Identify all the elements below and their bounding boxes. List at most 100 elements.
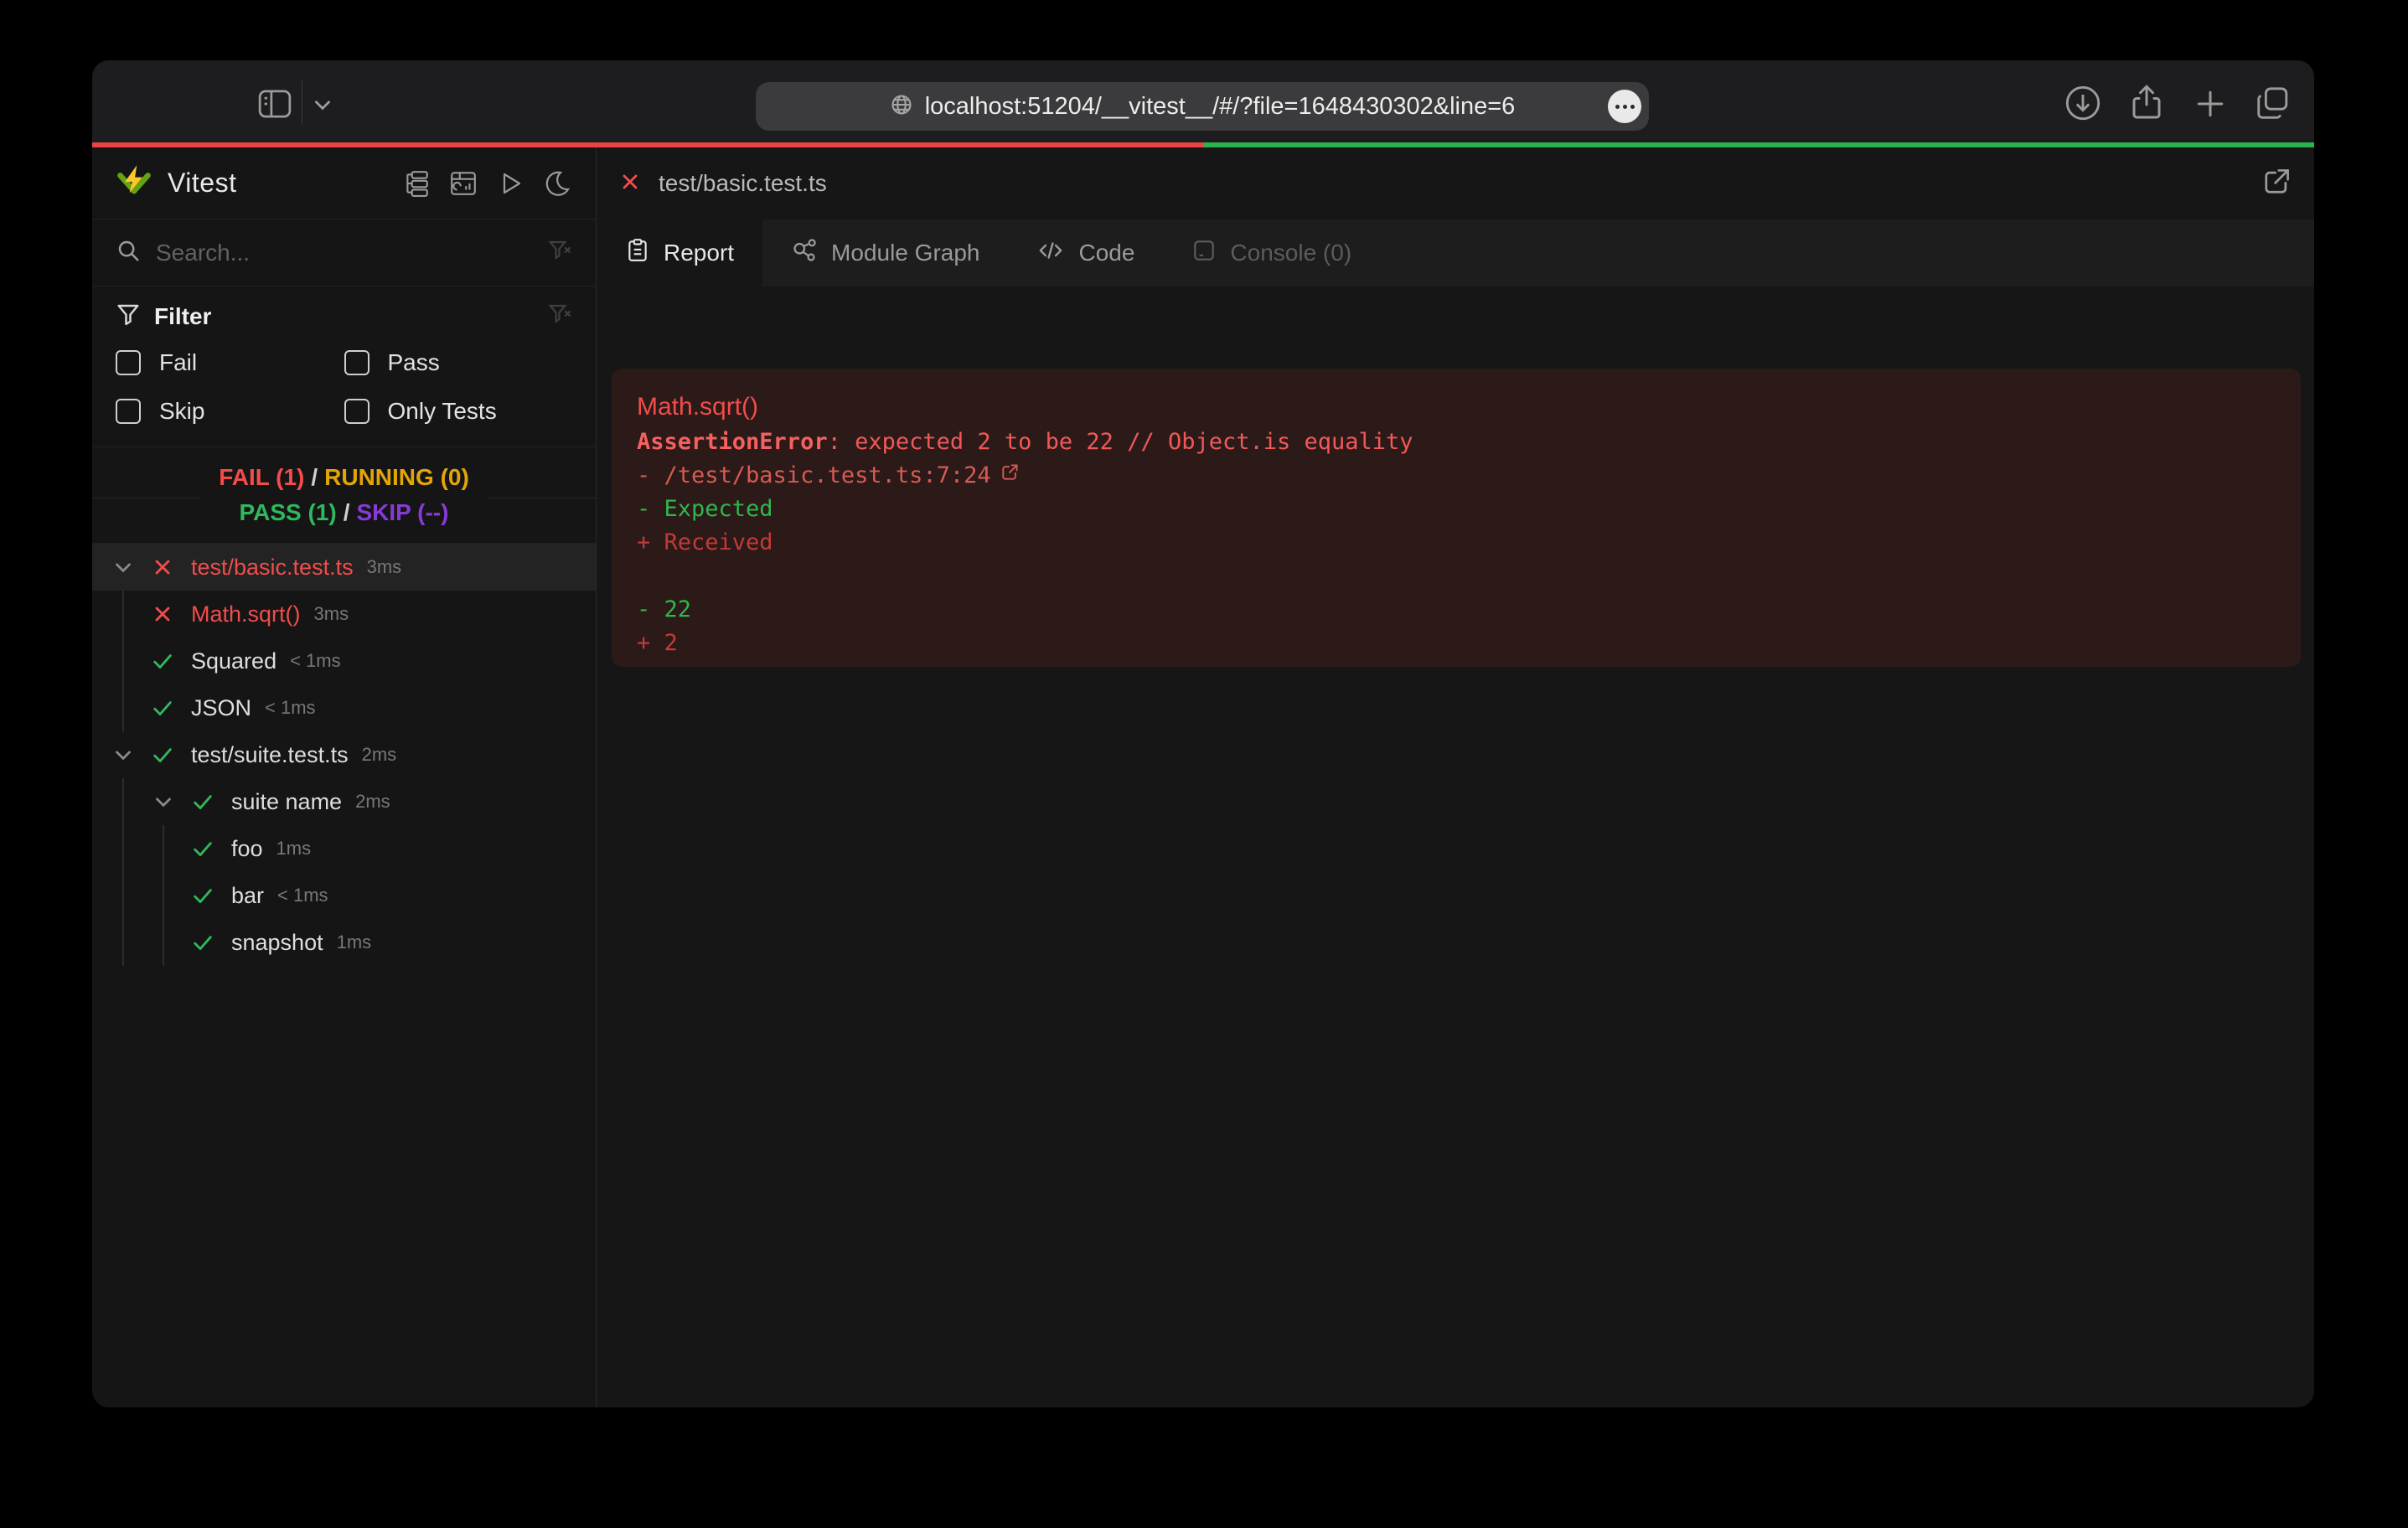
tab-module-graph[interactable]: Module Graph — [762, 219, 1008, 286]
stack-trace-line[interactable]: - /test/basic.test.ts:7:24 — [637, 459, 2276, 493]
tree-row-test-math-sqrt[interactable]: Math.sqrt() 3ms — [92, 591, 596, 638]
tab-label: Code — [1078, 240, 1134, 266]
code-icon — [1036, 236, 1065, 271]
failed-test-title: Math.sqrt() — [637, 389, 2276, 426]
tree-item-label: test/suite.test.ts — [191, 742, 349, 768]
pass-check-icon — [151, 649, 191, 673]
diff-received-label: + Received — [637, 526, 2276, 560]
tab-label: Module Graph — [831, 240, 979, 266]
error-report-panel: Math.sqrt() AssertionError: expected 2 t… — [612, 369, 2301, 667]
new-tab-icon[interactable] — [2192, 85, 2229, 126]
tree-indent-guide — [122, 591, 124, 731]
checkbox[interactable] — [344, 350, 369, 375]
tree-view-icon[interactable] — [401, 168, 431, 199]
tree-item-label: snapshot — [231, 930, 323, 956]
fail-x-icon — [151, 602, 191, 626]
browser-window: localhost:51204/__vitest__/#/?file=16484… — [92, 60, 2314, 1407]
globe-icon — [890, 93, 913, 121]
tree-row-file-basic[interactable]: test/basic.test.ts 3ms — [92, 544, 596, 591]
tree-item-time: 1ms — [276, 838, 312, 860]
pass-check-icon — [191, 790, 231, 813]
external-link-icon[interactable] — [1000, 459, 1020, 493]
diff-expected-label: - Expected — [637, 493, 2276, 526]
tree-item-label: bar — [231, 883, 264, 909]
tree-row-test-foo[interactable]: foo 1ms — [92, 825, 596, 872]
url-text: localhost:51204/__vitest__/#/?file=16484… — [925, 93, 1516, 121]
module-graph-icon — [791, 237, 818, 270]
diff-blank-line — [637, 560, 2276, 593]
search-input[interactable] — [156, 240, 547, 266]
filter-title: Filter — [154, 303, 211, 330]
tree-item-label: Squared — [191, 648, 276, 674]
open-file-header: test/basic.test.ts — [597, 147, 2314, 219]
checkbox[interactable] — [344, 399, 369, 424]
filter-checkbox-only-tests[interactable]: Only Tests — [344, 398, 573, 425]
dark-mode-icon[interactable] — [542, 168, 572, 199]
filter-checkbox-fail[interactable]: Fail — [116, 349, 344, 376]
tree-item-time: 2ms — [355, 791, 390, 813]
tree-item-time: 1ms — [337, 932, 372, 953]
run-all-icon[interactable] — [495, 168, 525, 199]
filter-checkbox-skip[interactable]: Skip — [116, 398, 344, 425]
open-file-name: test/basic.test.ts — [659, 170, 827, 197]
tab-label: Console (0) — [1230, 240, 1351, 266]
tree-item-time: < 1ms — [265, 697, 316, 719]
checkbox[interactable] — [116, 350, 141, 375]
share-icon[interactable] — [2126, 82, 2167, 126]
chevron-down-icon[interactable] — [151, 789, 191, 814]
tree-indent-guide — [163, 825, 164, 966]
tab-report[interactable]: Report — [597, 219, 762, 286]
tab-code[interactable]: Code — [1008, 219, 1163, 286]
tree-item-time: < 1ms — [290, 650, 341, 672]
chevron-down-icon[interactable] — [111, 742, 151, 767]
download-icon[interactable] — [2064, 84, 2102, 126]
tree-item-label: foo — [231, 836, 263, 862]
tree-row-test-bar[interactable]: bar < 1ms — [92, 872, 596, 919]
checkbox-label: Pass — [388, 349, 440, 376]
chevron-down-icon[interactable] — [312, 94, 333, 120]
pass-check-icon — [151, 743, 191, 767]
page-settings-button[interactable] — [1608, 90, 1641, 123]
search-bar — [92, 219, 596, 286]
tree-item-label: suite name — [231, 789, 342, 815]
vitest-logo — [116, 163, 152, 204]
sidebar-header: Vitest — [92, 147, 596, 219]
tab-overview-icon[interactable] — [2254, 84, 2292, 126]
search-icon — [116, 238, 141, 267]
browser-titlebar: localhost:51204/__vitest__/#/?file=16484… — [92, 60, 2314, 147]
fail-x-icon — [618, 170, 642, 198]
filter-section: Filter Fail — [92, 286, 596, 447]
tree-row-test-json[interactable]: JSON < 1ms — [92, 684, 596, 731]
sidebar-toggle-icon[interactable] — [256, 85, 293, 126]
tree-item-label: JSON — [191, 695, 251, 721]
clear-filter-icon[interactable] — [547, 302, 572, 331]
console-icon — [1191, 238, 1217, 269]
filter-checkbox-pass[interactable]: Pass — [344, 349, 573, 376]
tree-row-test-snapshot[interactable]: snapshot 1ms — [92, 919, 596, 966]
tree-row-file-suite[interactable]: test/suite.test.ts 2ms — [92, 731, 596, 778]
chevron-down-icon[interactable] — [111, 555, 151, 580]
app-title: Vitest — [168, 168, 236, 199]
test-tree: test/basic.test.ts 3ms Math.sqrt() 3ms — [92, 544, 596, 966]
checkbox-label: Only Tests — [388, 398, 497, 425]
tree-row-suite-name[interactable]: suite name 2ms — [92, 778, 596, 825]
assertion-error-line: AssertionError: expected 2 to be 22 // O… — [637, 426, 2276, 459]
tab-label: Report — [664, 240, 734, 266]
external-link-icon[interactable] — [2261, 166, 2292, 202]
pass-check-icon — [191, 837, 231, 860]
checkbox[interactable] — [116, 399, 141, 424]
tree-item-label: Math.sqrt() — [191, 601, 301, 627]
clear-search-filter-icon[interactable] — [547, 238, 572, 267]
tab-console[interactable]: Console (0) — [1163, 219, 1380, 286]
funnel-icon — [116, 302, 141, 331]
checkbox-label: Fail — [159, 349, 197, 376]
summary-line-2: PASS (1)/SKIP (--) — [219, 495, 469, 530]
address-bar[interactable]: localhost:51204/__vitest__/#/?file=16484… — [756, 82, 1649, 131]
pass-check-icon — [191, 931, 231, 954]
pass-check-icon — [191, 884, 231, 907]
tree-indent-guide — [122, 778, 124, 966]
dashboard-icon[interactable] — [448, 168, 478, 199]
tree-row-test-squared[interactable]: Squared < 1ms — [92, 638, 596, 684]
checkbox-label: Skip — [159, 398, 204, 425]
tree-item-time: < 1ms — [277, 885, 328, 906]
